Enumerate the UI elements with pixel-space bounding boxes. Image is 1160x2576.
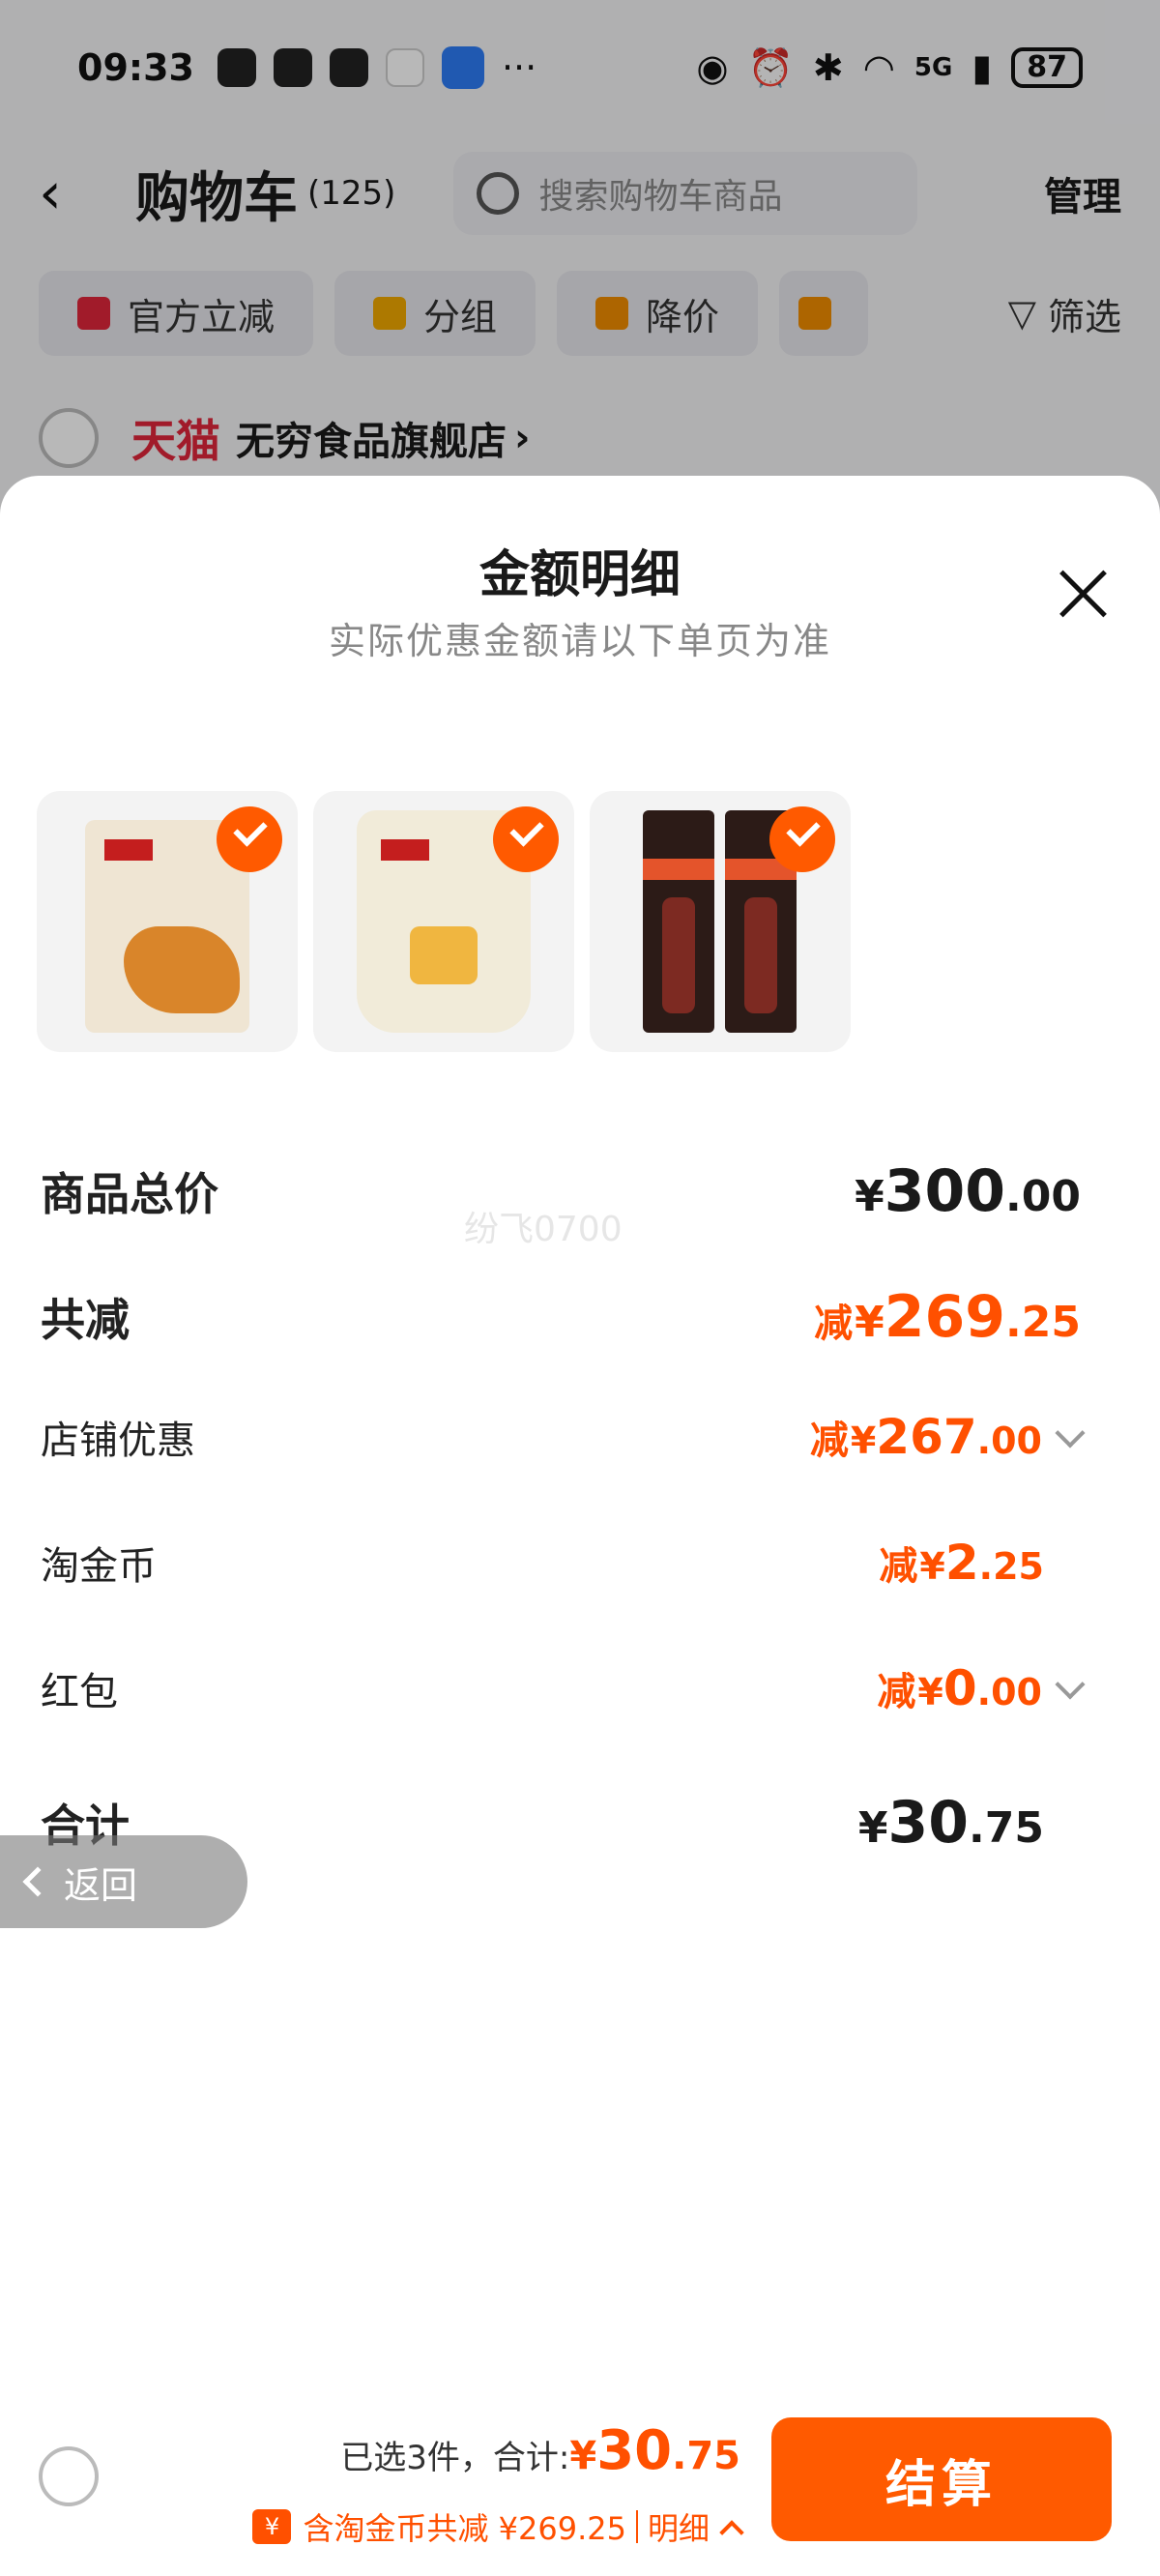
product-thumb[interactable]: [37, 791, 298, 1052]
meat-graphic: [124, 926, 240, 1013]
amount-int: 30: [887, 1789, 970, 1857]
checkmark-icon: [493, 806, 559, 872]
row-value: ¥30.75: [858, 1789, 1044, 1857]
amount-dec: .00: [1005, 1172, 1081, 1221]
amount-dec: .00: [976, 1671, 1042, 1713]
amount-int: 0: [942, 1660, 977, 1716]
back-button[interactable]: 返回: [0, 1835, 247, 1928]
checkmark-icon: [217, 806, 282, 872]
row-label: 共减: [41, 1294, 130, 1346]
amount-dec: .75: [672, 2434, 740, 2478]
chevron-left-icon: [22, 1866, 53, 1897]
row-value: 减 ¥267.00: [809, 1409, 1086, 1465]
row-label: 淘金币: [41, 1544, 157, 1589]
amount-dec: .25: [978, 1545, 1044, 1588]
chevron-down-icon[interactable]: [1055, 1669, 1086, 1700]
selected-text: 已选3件，合计:: [340, 2439, 570, 2477]
select-all-radio[interactable]: [39, 2446, 99, 2506]
detail-link[interactable]: 明细: [648, 2504, 710, 2549]
coin-summary[interactable]: ¥ 含淘金币共减 ¥269.25 明细: [252, 2504, 744, 2549]
reduce-prefix: 减: [814, 1302, 854, 1346]
cube-graphic: [410, 926, 478, 984]
close-icon[interactable]: [1054, 563, 1112, 621]
selected-summary: 已选3件，合计: ¥30.75: [340, 2419, 740, 2482]
amount-dec: .25: [1005, 1298, 1081, 1347]
amount-dec: .00: [976, 1420, 1042, 1462]
amount-int: 30: [596, 2419, 673, 2482]
amount-int: 267: [876, 1409, 977, 1465]
row-store-discount[interactable]: 店铺优惠 减 ¥267.00: [41, 1409, 1086, 1465]
sheet-title: 金额明细: [478, 546, 681, 604]
amount-int: 2: [944, 1535, 979, 1591]
reduce-prefix: 减: [809, 1419, 849, 1463]
row-taojinbi: 淘金币 减 ¥2.25: [41, 1535, 1081, 1591]
row-value: 减 ¥0.00: [877, 1660, 1086, 1716]
coin-text: 含淘金币共减 ¥269.25: [303, 2510, 626, 2547]
product-thumbnails: [37, 791, 851, 1052]
back-label: 返回: [64, 1863, 138, 1907]
row-value: 减 ¥269.25: [814, 1283, 1081, 1351]
product-thumb[interactable]: [590, 791, 851, 1052]
currency-symbol: ¥: [857, 1803, 888, 1853]
row-hongbao[interactable]: 红包 减 ¥0.00: [41, 1660, 1086, 1716]
row-total-reduce: 共减 减 ¥269.25: [41, 1283, 1081, 1351]
sheet-subtitle: 实际优惠金额请以下单页为准: [328, 620, 831, 662]
product-image: [643, 810, 714, 1033]
row-label: 店铺优惠: [41, 1419, 195, 1463]
checkout-bar: 已选3件，合计: ¥30.75 ¥ 含淘金币共减 ¥269.25 明细 结算: [0, 2398, 1160, 2576]
currency-symbol: ¥: [569, 2434, 597, 2478]
chevron-down-icon[interactable]: [1055, 1418, 1086, 1449]
row-label: 商品总价: [41, 1168, 218, 1220]
row-total-price: 商品总价 ¥300.00: [41, 1157, 1081, 1225]
row-value: ¥300.00: [855, 1157, 1081, 1225]
currency-symbol: ¥: [855, 1172, 884, 1221]
currency-symbol: ¥: [917, 1671, 943, 1713]
total-amount: ¥30.75: [569, 2419, 740, 2482]
divider: [635, 2510, 638, 2543]
reduce-prefix: 减: [877, 1670, 916, 1714]
reduce-prefix: 减: [879, 1544, 918, 1589]
rib-graphic: [662, 897, 695, 1013]
checkmark-icon: [769, 806, 835, 872]
brand-logo: [381, 839, 429, 861]
row-value: 减 ¥2.25: [879, 1535, 1044, 1591]
row-label: 红包: [41, 1670, 118, 1714]
currency-symbol: ¥: [850, 1420, 877, 1462]
currency-symbol: ¥: [855, 1298, 884, 1347]
checkout-button[interactable]: 结算: [771, 2417, 1112, 2541]
amount-dec: .75: [969, 1803, 1044, 1853]
amount-detail-sheet: 金额明细 实际优惠金额请以下单页为准 纷飞0700 商品总价 ¥ 300 .00…: [0, 476, 1160, 2576]
product-thumb[interactable]: [313, 791, 574, 1052]
coin-icon: ¥: [252, 2509, 292, 2544]
amount-int: 269: [884, 1283, 1006, 1351]
currency-symbol: ¥: [919, 1545, 945, 1588]
brand-logo: [104, 839, 153, 861]
rib-graphic: [744, 897, 777, 1013]
label-band: [643, 859, 714, 880]
amount-int: 300: [884, 1157, 1006, 1225]
chevron-up-icon: [719, 2520, 744, 2545]
